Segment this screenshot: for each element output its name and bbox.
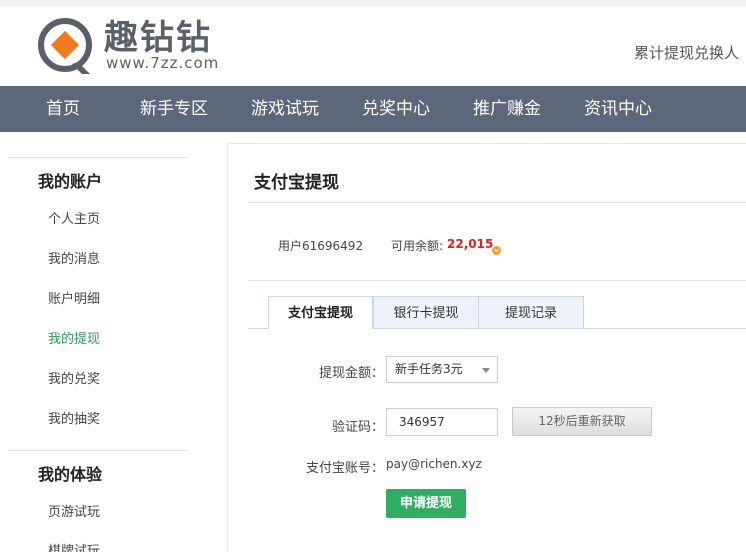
- sidebar-item-home[interactable]: 个人主页: [48, 208, 100, 227]
- sidebar-item-statement[interactable]: 账户明细: [48, 288, 100, 307]
- sidebar-item-redeem[interactable]: 我的兑奖: [48, 368, 100, 387]
- sidebar-section-experience: 我的体验: [38, 465, 103, 484]
- nav-item-games[interactable]: 游戏试玩: [251, 86, 319, 132]
- divider: [248, 202, 746, 203]
- nav-item-rewards[interactable]: 兑奖中心: [362, 86, 430, 132]
- tab-bank-withdraw[interactable]: 银行卡提现: [373, 296, 479, 329]
- alipay-account-label: 支付宝账号：: [305, 461, 384, 476]
- header-stats-text: 累计提现兑换人: [634, 44, 740, 62]
- sidebar-item-withdraw[interactable]: 我的提现: [48, 328, 100, 347]
- user-id-text: 用户61696492: [278, 239, 364, 253]
- sidebar-item-lottery[interactable]: 我的抽奖: [48, 408, 100, 427]
- balance-value: 22,015: [447, 237, 494, 251]
- logo-title[interactable]: 趣钻钻: [104, 18, 212, 58]
- sidebar-item-messages[interactable]: 我的消息: [48, 248, 100, 267]
- sidebar-divider: [8, 450, 188, 451]
- logo-icon[interactable]: [38, 18, 94, 76]
- nav-item-promote[interactable]: 推广赚金: [473, 86, 541, 132]
- amount-label: 提现金额：: [318, 366, 384, 381]
- divider: [248, 280, 746, 281]
- nav-item-newbie[interactable]: 新手专区: [140, 86, 208, 132]
- main-nav: 首页 新手专区 游戏试玩 兑奖中心 推广赚金 资讯中心: [0, 86, 746, 132]
- alipay-account-value: pay@richen.xyz: [386, 457, 482, 471]
- tab-alipay-withdraw[interactable]: 支付宝提现: [268, 296, 373, 329]
- amount-select-value: 新手任务3元: [395, 362, 463, 376]
- code-label: 验证码：: [331, 420, 384, 435]
- sidebar-divider: [8, 157, 188, 158]
- logo-url: www.7zz.com: [106, 54, 220, 72]
- sidebar-section-account: 我的账户: [38, 172, 103, 191]
- page-title: 支付宝提现: [254, 173, 339, 193]
- sidebar-item-webgames[interactable]: 页游试玩: [48, 501, 100, 520]
- apply-withdraw-button[interactable]: 申请提现: [386, 489, 466, 518]
- nav-item-news[interactable]: 资讯中心: [584, 86, 652, 132]
- site-header: 趣钻钻 www.7zz.com 累计提现兑换人: [0, 6, 746, 86]
- amount-select[interactable]: 新手任务3元: [386, 356, 498, 383]
- sidebar-item-cardgames[interactable]: 棋牌试玩: [48, 540, 100, 552]
- tab-withdraw-records[interactable]: 提现记录: [478, 296, 584, 329]
- coin-chevron-icon: [492, 240, 501, 255]
- chevron-down-icon: [482, 368, 490, 373]
- balance-label: 可用余额:: [391, 239, 444, 253]
- resend-code-button[interactable]: 12秒后重新获取: [512, 407, 652, 436]
- nav-item-home[interactable]: 首页: [46, 86, 80, 132]
- main-panel: 支付宝提现 用户61696492 可用余额: 22,015 支付宝提现 银行卡提…: [227, 143, 746, 552]
- verification-code-input[interactable]: [386, 408, 498, 436]
